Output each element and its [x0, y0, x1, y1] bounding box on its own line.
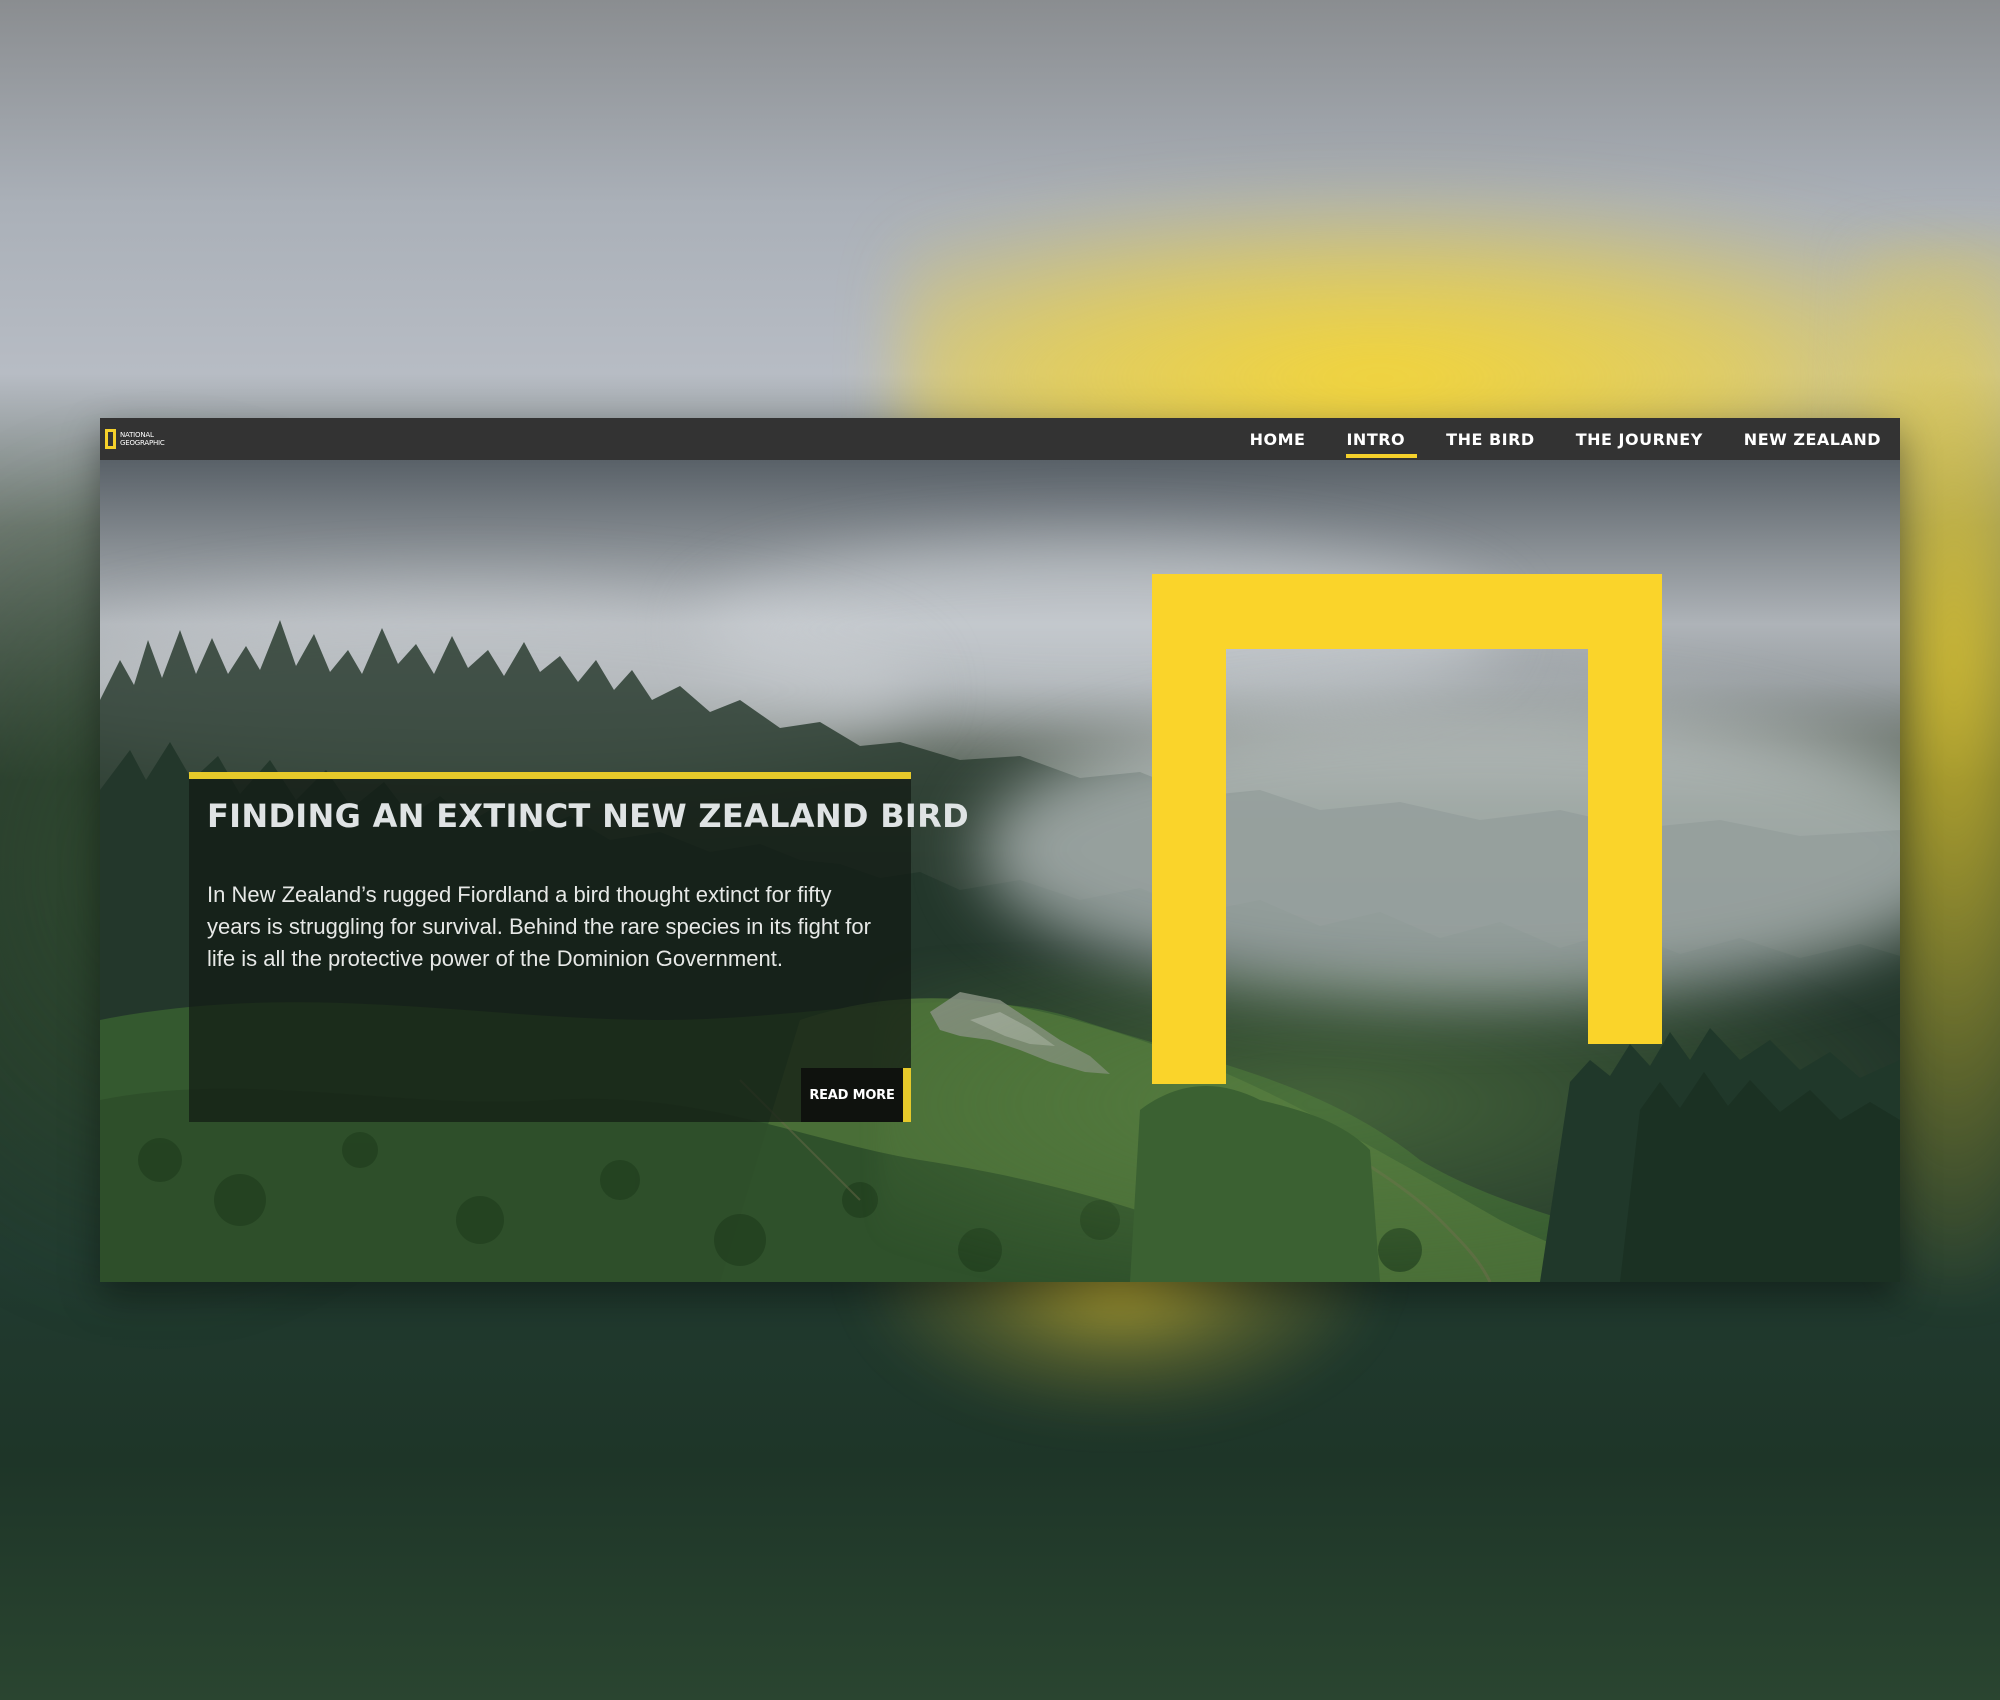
yellow-frame-top: [1152, 574, 1662, 649]
website-mockup: NATIONAL GEOGRAPHIC HOME INTRO THE BIRD …: [100, 418, 1900, 1282]
intro-card: FINDING AN EXTINCT NEW ZEALAND BIRD In N…: [189, 772, 969, 1122]
yellow-frame-right: [1588, 574, 1662, 1044]
nav-the-journey[interactable]: THE JOURNEY: [1576, 430, 1703, 449]
hero-description: In New Zealand’s rugged Fiordland a bird…: [207, 882, 871, 971]
main-nav: HOME INTRO THE BIRD THE JOURNEY NEW ZEAL…: [1209, 418, 1881, 460]
yellow-frame-left: [1152, 574, 1226, 1084]
hero-title: FINDING AN EXTINCT NEW ZEALAND BIRD: [207, 797, 969, 835]
natgeo-yellow-frame: [1152, 574, 1662, 1084]
nav-new-zealand[interactable]: NEW ZEALAND: [1744, 430, 1881, 449]
yellow-frame-icon: [105, 429, 116, 449]
logo-text: NATIONAL GEOGRAPHIC: [120, 431, 165, 447]
nav-intro[interactable]: INTRO: [1346, 430, 1417, 458]
logo-line-national: NATIONAL: [120, 431, 154, 439]
read-more-button[interactable]: READ MORE: [801, 1068, 911, 1122]
hero-section: FINDING AN EXTINCT NEW ZEALAND BIRD In N…: [100, 460, 1900, 1282]
nav-home[interactable]: HOME: [1250, 430, 1306, 449]
nav-the-bird[interactable]: THE BIRD: [1446, 430, 1535, 449]
logo-line-geographic: GEOGRAPHIC: [120, 439, 165, 447]
top-navbar: NATIONAL GEOGRAPHIC HOME INTRO THE BIRD …: [100, 418, 1900, 460]
natgeo-logo[interactable]: NATIONAL GEOGRAPHIC: [105, 427, 165, 451]
